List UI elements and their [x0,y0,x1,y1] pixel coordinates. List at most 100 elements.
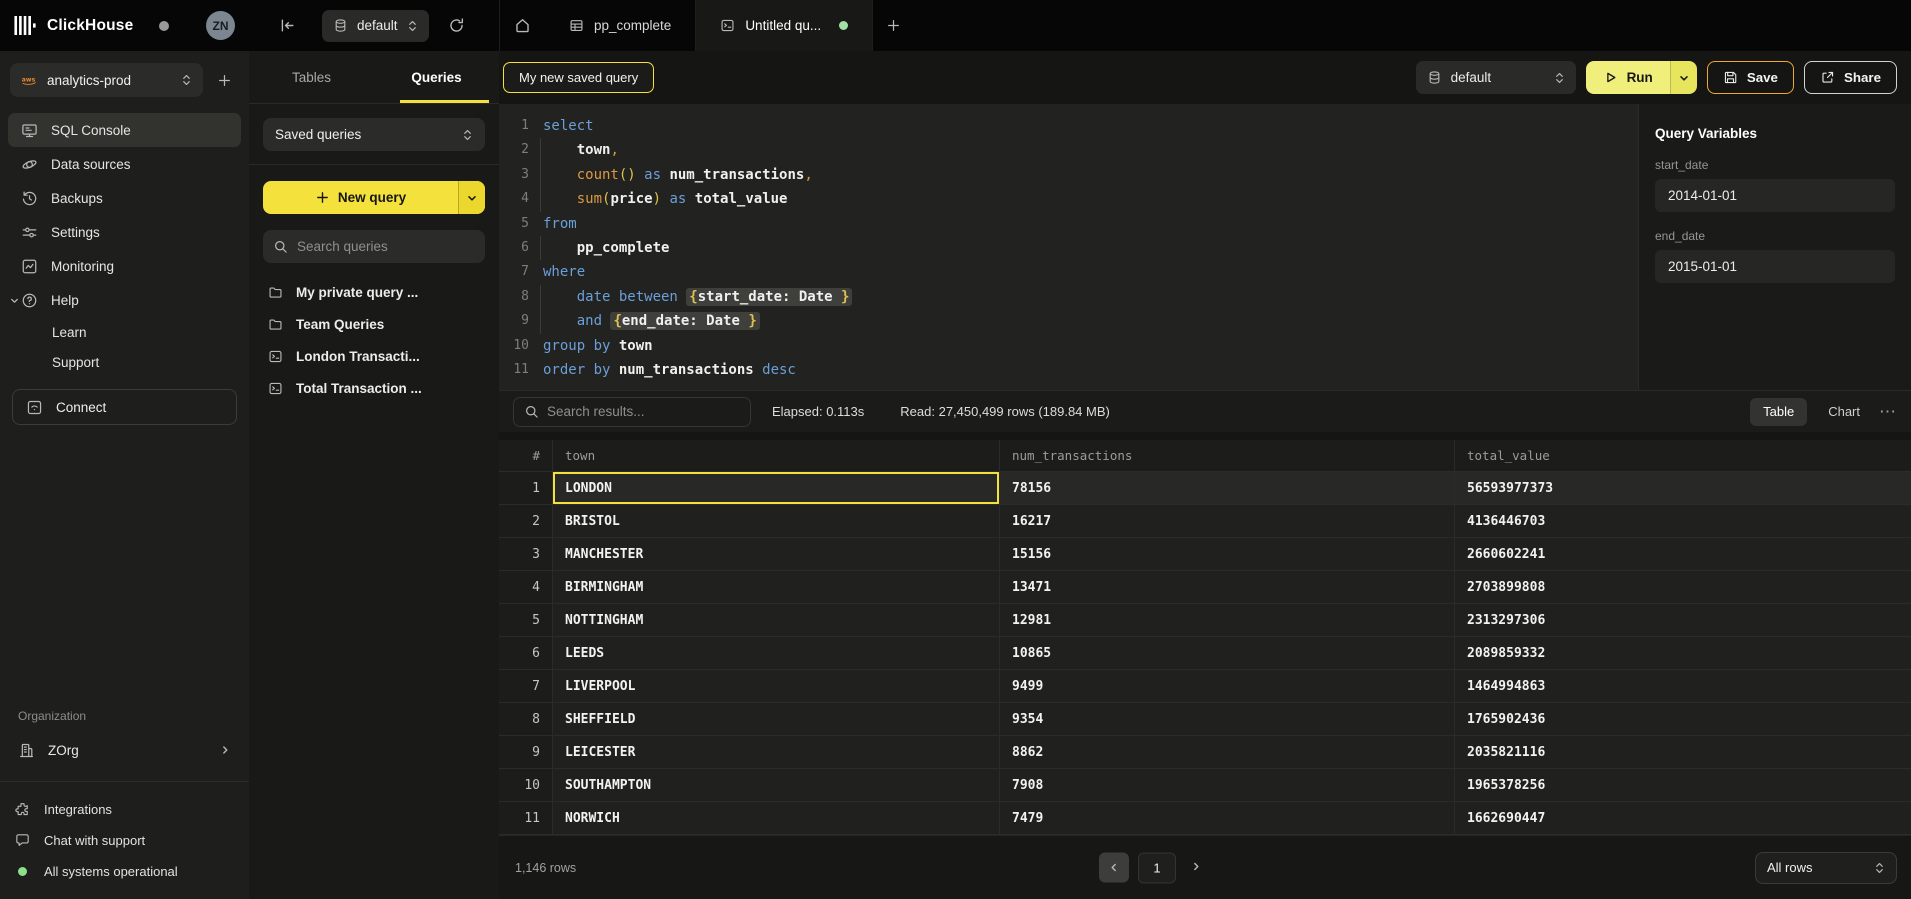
sidebar-item-data-sources[interactable]: Data sources [8,147,241,181]
cell-total-value[interactable]: 1464994863 [1455,670,1911,702]
sidebar-item-backups[interactable]: Backups [8,181,241,215]
refresh-icon[interactable] [448,17,465,34]
run-database-select[interactable]: default [1416,61,1576,94]
home-button[interactable] [499,0,545,51]
cell-num-transactions[interactable]: 15156 [1000,538,1455,570]
saved-query-item-london-transacti[interactable]: London Transacti... [263,340,485,372]
cell-num-transactions[interactable]: 8862 [1000,736,1455,768]
table-row[interactable]: 2BRISTOL162174136446703 [499,505,1911,538]
code-line[interactable]: 10group by town [499,334,1638,358]
organization-row[interactable]: ZOrg [12,735,237,765]
tab-queries[interactable]: Queries [374,51,499,103]
editor-tab-pp-complete[interactable]: pp_complete [545,0,696,51]
cell-total-value[interactable]: 2313297306 [1455,604,1911,636]
run-button[interactable]: Run [1586,61,1670,94]
next-page-button[interactable] [1185,860,1207,875]
table-row[interactable]: 10SOUTHAMPTON79081965378256 [499,769,1911,802]
cell-total-value[interactable]: 2035821116 [1455,736,1911,768]
cell-town[interactable]: NORWICH [553,802,1000,834]
search-queries-box[interactable] [263,230,485,263]
cell-total-value[interactable]: 4136446703 [1455,505,1911,537]
new-query-button[interactable]: New query [263,181,458,214]
saved-query-item-my-private-query[interactable]: My private query ... [263,276,485,308]
cell-num-transactions[interactable]: 10865 [1000,637,1455,669]
cell-num-transactions[interactable]: 16217 [1000,505,1455,537]
code-line[interactable]: 9 and {end_date: Date } [499,309,1638,333]
editor-tab-untitled-qu[interactable]: Untitled qu... [696,0,873,51]
cell-town[interactable]: SHEFFIELD [553,703,1000,735]
saved-query-item-total-transaction[interactable]: Total Transaction ... [263,372,485,404]
search-queries-input[interactable] [297,239,475,254]
column-header-total-value[interactable]: total_value [1455,440,1911,471]
variable-input-start-date[interactable]: 2014-01-01 [1655,179,1895,212]
cell-total-value[interactable]: 2703899808 [1455,571,1911,603]
cell-town[interactable]: LEICESTER [553,736,1000,768]
previous-page-button[interactable] [1099,853,1129,883]
cell-total-value[interactable]: 56593977373 [1455,472,1911,504]
cell-town[interactable]: BRISTOL [553,505,1000,537]
cell-town[interactable]: MANCHESTER [553,538,1000,570]
sidebar-subitem-support[interactable]: Support [52,347,249,377]
table-row[interactable]: 7LIVERPOOL94991464994863 [499,670,1911,703]
query-name-pill[interactable]: My new saved query [503,62,654,93]
workspace-select[interactable]: aws analytics-prod [10,63,203,97]
sidebar-item-help[interactable]: Help [8,283,241,317]
view-tab-table[interactable]: Table [1750,398,1807,426]
query-parameter[interactable]: {start_date: Date } [686,288,852,306]
sql-editor[interactable]: 1select2 town,3 count() as num_transacti… [499,104,1638,390]
table-row[interactable]: 8SHEFFIELD93541765902436 [499,703,1911,736]
cell-num-transactions[interactable]: 7479 [1000,802,1455,834]
topbar-database-select[interactable]: default [322,10,429,42]
table-row[interactable]: 1LONDON7815656593977373 [499,472,1911,505]
variable-input-end-date[interactable]: 2015-01-01 [1655,250,1895,283]
column-header-town[interactable]: town [553,440,1000,471]
cell-num-transactions[interactable]: 9354 [1000,703,1455,735]
cell-num-transactions[interactable]: 13471 [1000,571,1455,603]
page-size-select[interactable]: All rows [1755,852,1897,884]
column-header-num-transactions[interactable]: num_transactions [1000,440,1455,471]
new-query-dropdown-button[interactable] [458,181,485,214]
cell-total-value[interactable]: 1765902436 [1455,703,1911,735]
cell-town[interactable]: SOUTHAMPTON [553,769,1000,801]
column-header-index[interactable]: # [499,440,553,471]
cell-num-transactions[interactable]: 78156 [1000,472,1455,504]
sidebar-footer-item-integrations[interactable]: Integrations [14,794,235,825]
table-row[interactable]: 5NOTTINGHAM129812313297306 [499,604,1911,637]
cell-town[interactable]: NOTTINGHAM [553,604,1000,636]
new-tab-plus-icon[interactable] [886,18,901,33]
cell-total-value[interactable]: 1662690447 [1455,802,1911,834]
code-line[interactable]: 2 town, [499,138,1638,162]
collapse-sidebar-icon[interactable] [279,17,296,34]
table-row[interactable]: 4BIRMINGHAM134712703899808 [499,571,1911,604]
sidebar-footer-item-all-systems-operational[interactable]: All systems operational [14,856,235,887]
avatar[interactable]: ZN [206,11,235,40]
save-button[interactable]: Save [1707,61,1794,94]
cell-town[interactable]: LEEDS [553,637,1000,669]
sidebar-item-settings[interactable]: Settings [8,215,241,249]
code-line[interactable]: 11order by num_transactions desc [499,358,1638,382]
cell-town[interactable]: LONDON [553,472,1000,504]
current-page-number[interactable]: 1 [1138,852,1176,883]
code-line[interactable]: 3 count() as num_transactions, [499,163,1638,187]
sidebar-item-sql-console[interactable]: SQL Console [8,113,241,147]
code-line[interactable]: 1select [499,114,1638,138]
sidebar-footer-item-chat-with-support[interactable]: Chat with support [14,825,235,856]
cell-num-transactions[interactable]: 7908 [1000,769,1455,801]
cell-total-value[interactable]: 1965378256 [1455,769,1911,801]
share-button[interactable]: Share [1804,61,1897,94]
cell-town[interactable]: BIRMINGHAM [553,571,1000,603]
sidebar-item-monitoring[interactable]: Monitoring [8,249,241,283]
table-row[interactable]: 3MANCHESTER151562660602241 [499,538,1911,571]
code-line[interactable]: 5from [499,212,1638,236]
connect-button[interactable]: Connect [12,389,237,425]
query-parameter[interactable]: {end_date: Date } [610,312,759,330]
cell-total-value[interactable]: 2089859332 [1455,637,1911,669]
search-results-box[interactable] [513,397,751,427]
add-service-plus-icon[interactable] [209,73,239,88]
cell-num-transactions[interactable]: 9499 [1000,670,1455,702]
code-line[interactable]: 7where [499,260,1638,284]
code-line[interactable]: 6 pp_complete [499,236,1638,260]
tab-tables[interactable]: Tables [249,51,374,103]
view-tab-chart[interactable]: Chart [1815,398,1873,426]
search-results-input[interactable] [547,404,740,419]
